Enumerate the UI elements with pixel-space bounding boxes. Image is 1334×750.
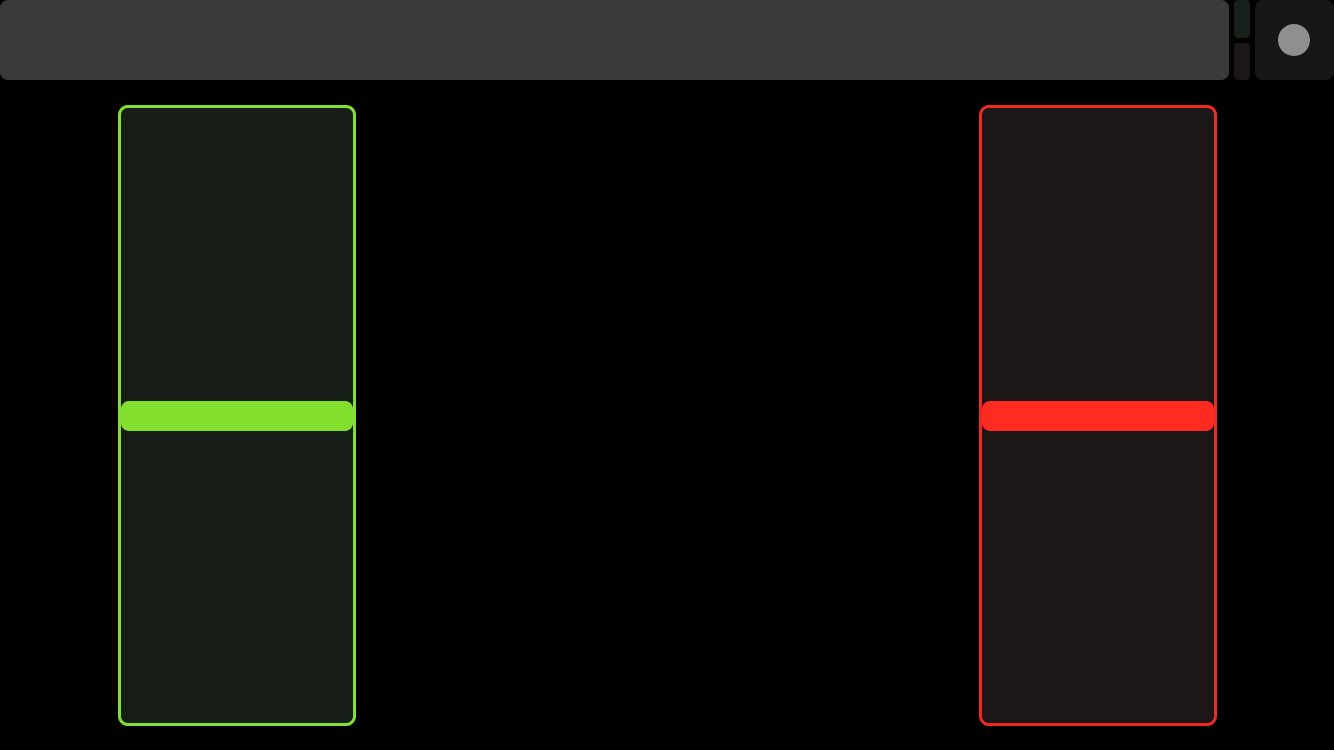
status-indicator-green bbox=[1234, 0, 1250, 38]
circle-icon bbox=[1278, 24, 1310, 56]
top-bar[interactable] bbox=[0, 0, 1229, 80]
fader-right-handle[interactable] bbox=[982, 400, 1214, 431]
menu-button[interactable] bbox=[1255, 0, 1334, 80]
fader-left[interactable] bbox=[118, 105, 356, 726]
fader-left-handle[interactable] bbox=[121, 400, 353, 431]
fader-right[interactable] bbox=[979, 105, 1217, 726]
status-indicator-red bbox=[1234, 43, 1250, 80]
